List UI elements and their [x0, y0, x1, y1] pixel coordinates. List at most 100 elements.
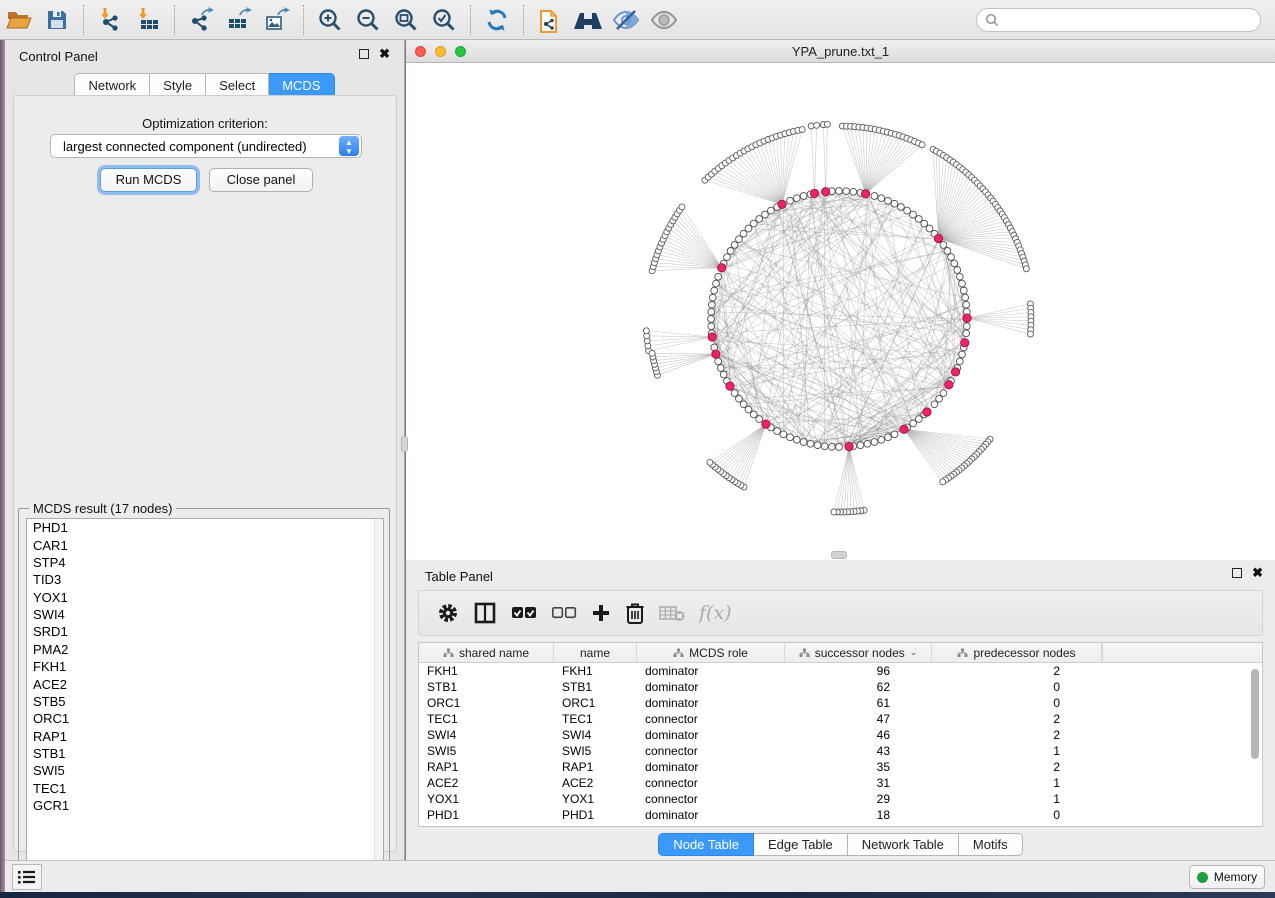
delete-column-trash-icon[interactable] — [625, 598, 645, 628]
ring-node[interactable] — [715, 273, 722, 280]
result-node-item[interactable]: PHD1 — [27, 519, 383, 536]
table-row[interactable]: SWI5SWI5connector431 — [419, 743, 1262, 759]
ring-node[interactable] — [963, 301, 970, 308]
ring-node[interactable] — [780, 431, 787, 438]
ring-node[interactable] — [715, 358, 722, 365]
show-column-icon[interactable] — [473, 598, 497, 628]
ring-node[interactable] — [904, 207, 911, 214]
table-row[interactable]: RAP1RAP1dominator352 — [419, 759, 1262, 775]
mcds-node[interactable] — [708, 333, 716, 341]
mcds-node[interactable] — [951, 368, 959, 376]
table-row[interactable]: ORC1ORC1dominator610 — [419, 695, 1262, 711]
ring-node[interactable] — [871, 439, 878, 446]
ring-node[interactable] — [731, 390, 738, 397]
mcds-node[interactable] — [845, 443, 853, 451]
ring-node[interactable] — [731, 242, 738, 249]
ring-node[interactable] — [843, 188, 850, 195]
export-network-icon[interactable] — [184, 4, 218, 36]
ring-node[interactable] — [891, 200, 898, 207]
column-settings-gear-icon[interactable] — [437, 598, 459, 628]
tab-node-table[interactable]: Node Table — [658, 833, 754, 856]
mcds-node[interactable] — [726, 382, 734, 390]
table-scrollbar-thumb[interactable] — [1251, 669, 1259, 759]
mcds-node[interactable] — [961, 339, 969, 347]
ring-node[interactable] — [828, 443, 835, 450]
leaf-node[interactable] — [799, 127, 805, 133]
zoom-fit-icon[interactable] — [389, 4, 423, 36]
ring-node[interactable] — [864, 440, 871, 447]
refresh-icon[interactable] — [480, 4, 514, 36]
close-panel-button[interactable]: Close panel — [209, 168, 313, 192]
leaf-node[interactable] — [831, 509, 837, 515]
table-row[interactable]: YOX1YOX1connector291 — [419, 791, 1262, 807]
vertical-splitter-handle[interactable] — [401, 436, 408, 452]
unselect-all-columns-icon[interactable] — [551, 598, 577, 628]
network-search-box[interactable] — [976, 8, 1261, 32]
result-node-item[interactable]: CAR1 — [27, 536, 383, 553]
mcds-node[interactable] — [963, 314, 971, 322]
function-builder-icon[interactable]: f(x) — [699, 598, 732, 628]
ring-node[interactable] — [956, 273, 963, 280]
mcds-node[interactable] — [900, 425, 908, 433]
leaf-node[interactable] — [679, 204, 685, 210]
optimization-criterion-select[interactable]: largest connected component (undirected)… — [50, 134, 362, 158]
table-row[interactable]: TEC1TEC1connector472 — [419, 711, 1262, 727]
mcds-result-list[interactable]: PHD1CAR1STP4TID3YOX1SWI4SRD1PMA2FKH1ACE2… — [26, 518, 384, 870]
ring-node[interactable] — [836, 444, 843, 451]
ring-node[interactable] — [767, 207, 774, 214]
mcds-node[interactable] — [822, 188, 830, 196]
result-node-item[interactable]: FKH1 — [27, 658, 383, 675]
result-node-item[interactable]: STP4 — [27, 554, 383, 571]
result-node-item[interactable]: RAP1 — [27, 728, 383, 745]
ring-node[interactable] — [944, 247, 951, 254]
close-panel-icon[interactable]: ✖ — [1252, 568, 1263, 578]
leaf-node[interactable] — [1023, 266, 1029, 272]
mcds-node[interactable] — [762, 420, 770, 428]
show-hidden-eye-icon[interactable] — [647, 4, 681, 36]
table-scrollbar[interactable] — [1251, 667, 1260, 824]
search-input[interactable] — [999, 10, 1260, 30]
ring-node[interactable] — [850, 188, 857, 195]
float-window-icon[interactable] — [359, 49, 369, 59]
mcds-node[interactable] — [862, 190, 870, 198]
ring-node[interactable] — [959, 280, 966, 287]
ring-node[interactable] — [821, 443, 828, 450]
ring-node[interactable] — [959, 351, 966, 358]
ring-node[interactable] — [793, 195, 800, 202]
ring-node[interactable] — [727, 247, 734, 254]
result-list-scrollbar[interactable] — [374, 519, 383, 869]
ring-node[interactable] — [951, 260, 958, 267]
ring-node[interactable] — [891, 431, 898, 438]
leaf-node[interactable] — [643, 328, 649, 334]
result-node-item[interactable]: YOX1 — [27, 589, 383, 606]
ring-node[interactable] — [878, 195, 885, 202]
ring-node[interactable] — [708, 323, 715, 330]
select-all-columns-icon[interactable] — [511, 598, 537, 628]
ring-node[interactable] — [910, 211, 917, 218]
result-node-item[interactable]: SWI5 — [27, 762, 383, 779]
task-history-button[interactable] — [12, 864, 42, 890]
ring-node[interactable] — [774, 428, 781, 435]
ring-node[interactable] — [762, 211, 769, 218]
ring-node[interactable] — [836, 188, 843, 195]
result-node-item[interactable]: SRD1 — [27, 623, 383, 640]
column-header-name[interactable]: name — [554, 643, 637, 662]
tab-motifs[interactable]: Motifs — [959, 833, 1023, 856]
ring-node[interactable] — [814, 442, 821, 449]
leaf-node[interactable] — [649, 350, 655, 356]
ring-node[interactable] — [793, 436, 800, 443]
ring-node[interactable] — [871, 193, 878, 200]
result-node-item[interactable]: ORC1 — [27, 710, 383, 727]
ring-node[interactable] — [800, 439, 807, 446]
mcds-node[interactable] — [712, 350, 720, 358]
network-window-titlebar[interactable]: YPA_prune.txt_1 — [406, 40, 1275, 63]
ring-node[interactable] — [885, 434, 892, 441]
ring-node[interactable] — [963, 323, 970, 330]
leaf-node[interactable] — [940, 479, 946, 485]
ring-node[interactable] — [800, 193, 807, 200]
memory-button[interactable]: Memory — [1189, 865, 1265, 889]
leaf-node[interactable] — [1027, 331, 1033, 337]
tab-edge-table[interactable]: Edge Table — [754, 833, 848, 856]
table-row[interactable]: ACE2ACE2connector311 — [419, 775, 1262, 791]
column-header-predecessor-nodes[interactable]: predecessor nodes — [932, 643, 1102, 662]
